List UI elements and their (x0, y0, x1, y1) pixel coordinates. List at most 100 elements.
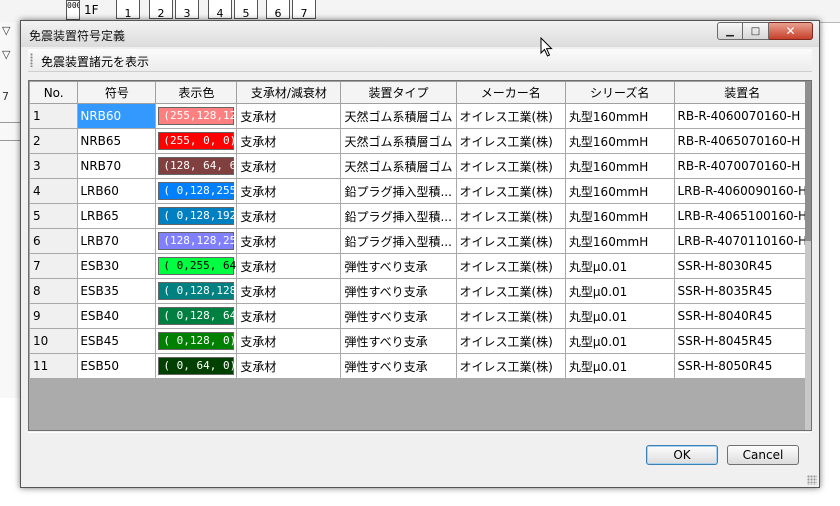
cell-maker[interactable]: オイレス工業(株) (455, 178, 566, 204)
cell-no[interactable]: 2 (29, 128, 79, 154)
cell-device[interactable]: SSR-H-8045R45 (673, 328, 811, 354)
cell-no[interactable]: 1 (29, 103, 79, 129)
cell-color[interactable]: (255,128,128) (155, 103, 238, 129)
table-row[interactable]: 5 LRB65( 0,128,192) 支承材 鉛プラグ挿入型積... オイレス工業(株… (29, 203, 811, 229)
cell-category[interactable]: 支承材 (236, 103, 342, 129)
cell-device[interactable]: SSR-H-8050R45 (673, 353, 811, 379)
cell-device[interactable]: LRB-R-4070110160-H (673, 228, 811, 254)
cell-no[interactable]: 9 (29, 303, 79, 329)
cell-no[interactable]: 10 (29, 328, 79, 354)
cell-device[interactable]: RB-R-4070070160-H (673, 153, 811, 179)
maximize-button[interactable]: □ (743, 22, 769, 40)
cell-device[interactable]: SSR-H-8035R45 (673, 278, 811, 304)
cell-category[interactable]: 支承材 (236, 303, 342, 329)
cell-device[interactable]: RB-R-4065070160-H (673, 128, 811, 154)
cell-type[interactable]: 天然ゴム系積層ゴム (340, 103, 457, 129)
table-row[interactable]: 11 ESB50( 0, 64, 0) 支承材 弾性すべり支承 オイレス工業(株) 丸型μ… (29, 353, 811, 379)
column-header-series[interactable]: シリーズ名 (564, 81, 675, 104)
cell-color[interactable]: (255, 0, 0) (155, 128, 238, 154)
column-header-no[interactable]: No. (29, 81, 79, 104)
toolbar-grip-icon[interactable] (30, 53, 33, 67)
cell-no[interactable]: 8 (29, 278, 79, 304)
cell-series[interactable]: 丸型μ0.01 (564, 278, 675, 304)
cell-category[interactable]: 支承材 (236, 153, 342, 179)
cell-type[interactable]: 弾性すべり支承 (340, 253, 457, 279)
table-row[interactable]: 10 ESB45( 0,128, 0) 支承材 弾性すべり支承 オイレス工業(株) 丸型μ… (29, 328, 811, 354)
cell-type[interactable]: 天然ゴム系積層ゴム (340, 128, 457, 154)
cell-type[interactable]: 弾性すべり支承 (340, 278, 457, 304)
ok-button[interactable]: OK (646, 445, 718, 465)
cell-color[interactable]: ( 0,128, 64) (155, 303, 238, 329)
cell-category[interactable]: 支承材 (236, 253, 342, 279)
cell-color[interactable]: ( 0, 64, 0) (155, 353, 238, 379)
cell-symbol[interactable]: LRB60 (77, 178, 157, 204)
cell-no[interactable]: 4 (29, 178, 79, 204)
cell-series[interactable]: 丸型160mmH (564, 178, 675, 204)
cell-symbol[interactable]: NRB65 (77, 128, 157, 154)
cell-color[interactable]: ( 0,128,192) (155, 203, 238, 229)
cell-color[interactable]: (128,128,255) (155, 228, 238, 254)
cell-maker[interactable]: オイレス工業(株) (455, 153, 566, 179)
cell-series[interactable]: 丸型160mmH (564, 153, 675, 179)
cell-maker[interactable]: オイレス工業(株) (455, 253, 566, 279)
cell-type[interactable]: 弾性すべり支承 (340, 328, 457, 354)
cell-device[interactable]: LRB-R-4065100160-H (673, 203, 811, 229)
cell-category[interactable]: 支承材 (236, 128, 342, 154)
cell-maker[interactable]: オイレス工業(株) (455, 303, 566, 329)
cell-symbol[interactable]: LRB65 (77, 203, 157, 229)
cell-color[interactable]: ( 0,128,128) (155, 278, 238, 304)
cell-type[interactable]: 鉛プラグ挿入型積... (340, 178, 457, 204)
cell-type[interactable]: 鉛プラグ挿入型積... (340, 228, 457, 254)
cell-category[interactable]: 支承材 (236, 228, 342, 254)
cell-maker[interactable]: オイレス工業(株) (455, 278, 566, 304)
table-row[interactable]: 3NRB70(128, 64, 64)支承材天然ゴム系積層ゴムオイレス工業(株)… (29, 153, 811, 179)
column-header-color[interactable]: 表示色 (155, 81, 238, 104)
vertical-scrollbar[interactable] (805, 81, 811, 430)
table-row[interactable]: 8 ESB35( 0,128,128) 支承材 弾性すべり支承 オイレス工業(株) 丸型μ… (29, 278, 811, 304)
cell-no[interactable]: 11 (29, 353, 79, 379)
cell-device[interactable]: RB-R-4060070160-H (673, 103, 811, 129)
cell-series[interactable]: 丸型160mmH (564, 228, 675, 254)
scrollbar-thumb[interactable] (805, 81, 811, 241)
cell-color[interactable]: ( 0,128, 0) (155, 328, 238, 354)
cell-maker[interactable]: オイレス工業(株) (455, 328, 566, 354)
column-header-device[interactable]: 装置名 (673, 81, 811, 104)
cell-maker[interactable]: オイレス工業(株) (455, 203, 566, 229)
cell-symbol[interactable]: ESB30 (77, 253, 157, 279)
cell-series[interactable]: 丸型μ0.01 (564, 328, 675, 354)
minimize-button[interactable]: ▁ (717, 22, 743, 40)
cell-color[interactable]: ( 0,128,255) (155, 178, 238, 204)
cell-maker[interactable]: オイレス工業(株) (455, 353, 566, 379)
cell-category[interactable]: 支承材 (236, 178, 342, 204)
column-header-category[interactable]: 支承材/減衰材 (236, 81, 342, 104)
cell-series[interactable]: 丸型μ0.01 (564, 253, 675, 279)
table-row[interactable]: 6LRB70(128,128,255)支承材鉛プラグ挿入型積...オイレス工業(… (29, 228, 811, 254)
cell-symbol[interactable]: NRB60 (77, 103, 157, 129)
column-header-type[interactable]: 装置タイプ (340, 81, 457, 104)
column-header-maker[interactable]: メーカー名 (455, 81, 566, 104)
cell-maker[interactable]: オイレス工業(株) (455, 103, 566, 129)
cell-color[interactable]: (128, 64, 64) (155, 153, 238, 179)
cell-no[interactable]: 6 (29, 228, 79, 254)
cell-symbol[interactable]: NRB70 (77, 153, 157, 179)
cell-series[interactable]: 丸型160mmH (564, 128, 675, 154)
cell-symbol[interactable]: ESB50 (77, 353, 157, 379)
cell-series[interactable]: 丸型160mmH (564, 103, 675, 129)
cell-device[interactable]: LRB-R-4060090160-H (673, 178, 811, 204)
cell-maker[interactable]: オイレス工業(株) (455, 228, 566, 254)
cell-no[interactable]: 3 (29, 153, 79, 179)
table-row[interactable]: 1NRB60(255,128,128)支承材天然ゴム系積層ゴムオイレス工業(株)… (29, 103, 811, 129)
cell-series[interactable]: 丸型μ0.01 (564, 353, 675, 379)
cell-symbol[interactable]: ESB45 (77, 328, 157, 354)
cell-maker[interactable]: オイレス工業(株) (455, 128, 566, 154)
cell-device[interactable]: SSR-H-8040R45 (673, 303, 811, 329)
device-symbol-grid[interactable]: No. 符号 表示色 支承材/減衰材 装置タイプ メーカー名 シリーズ名 装置名… (28, 80, 812, 431)
cell-symbol[interactable]: LRB70 (77, 228, 157, 254)
cell-type[interactable]: 鉛プラグ挿入型積... (340, 203, 457, 229)
cell-no[interactable]: 5 (29, 203, 79, 229)
close-button[interactable]: ✕ (769, 22, 813, 40)
resize-grip-icon[interactable] (807, 475, 817, 485)
cell-device[interactable]: SSR-H-8030R45 (673, 253, 811, 279)
cell-symbol[interactable]: ESB40 (77, 303, 157, 329)
dialog-titlebar[interactable]: 免震装置符号定義 ▁ □ ✕ (21, 21, 819, 47)
